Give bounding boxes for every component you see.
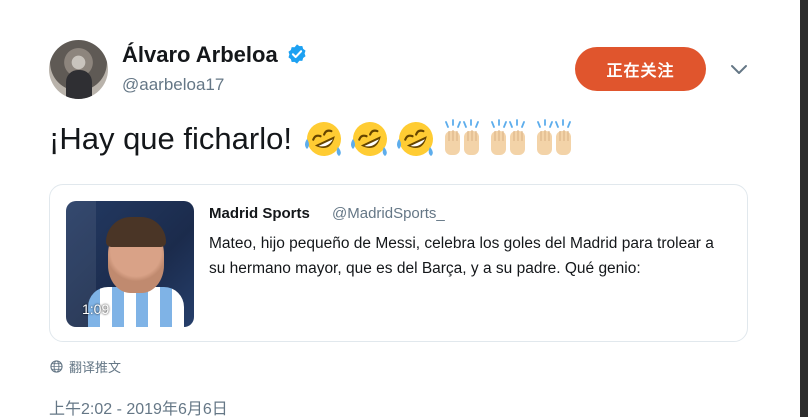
avatar[interactable] [49,40,108,99]
video-subject-hair [106,217,166,247]
globe-icon [50,360,63,373]
tweet-timestamp[interactable]: 上午2:02 - 2019年6月6日 [49,395,228,419]
translate-label[interactable]: 翻译推文 [69,357,121,376]
following-button[interactable]: 正在关注 [575,47,706,91]
video-duration: 1:09 [82,301,110,317]
video-thumbnail[interactable]: 1:09 [66,201,194,327]
verified-badge-icon [288,44,306,64]
raising-hands-emoji [490,119,525,155]
author-name[interactable]: Álvaro Arbeloa [122,42,278,68]
rolling-on-floor-laughing-emoji [350,122,387,156]
raising-hands-emoji [444,119,479,155]
author-handle[interactable]: @aarbeloa17 [122,75,224,95]
window-edge [800,0,808,417]
chevron-down-icon[interactable] [730,64,748,76]
rolling-on-floor-laughing-emoji [396,122,433,156]
raising-hands-emoji [536,119,571,155]
quoted-author-name: Madrid Sports [209,205,310,222]
quoted-author-handle: @MadridSports_ [332,205,445,222]
tweet-body: ¡Hay que ficharlo! [49,116,578,162]
rolling-on-floor-laughing-emoji [304,122,341,156]
tweet-text: ¡Hay que ficharlo! [49,121,292,156]
translate-tweet-link[interactable]: 翻译推文 [50,357,121,376]
quoted-tweet-card[interactable]: 1:09 Madrid Sports @MadridSports_ Mateo,… [49,184,748,342]
emoji-row [302,117,578,161]
quoted-tweet-text: Mateo, hijo pequeño de Messi, celebra lo… [209,235,714,277]
